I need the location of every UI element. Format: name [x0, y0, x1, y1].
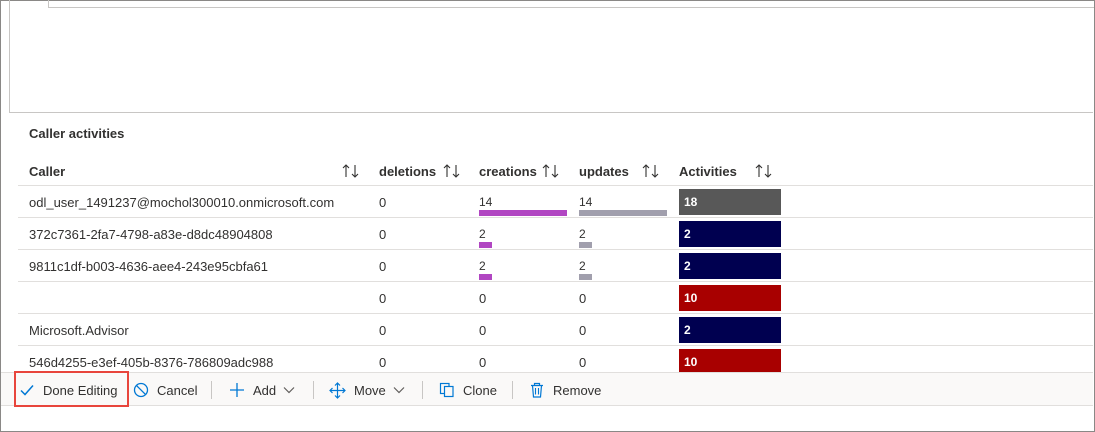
caller-cell: 546d4255-e3ef-405b-8376-786809adc988: [29, 354, 274, 370]
table-row[interactable]: 9811c1df-b003-4636-aee4-243e95cbfa61 0 2…: [18, 250, 1093, 282]
caller-cell: odl_user_1491237@mochol300010.onmicrosof…: [29, 194, 335, 210]
updates-cell: 0: [579, 354, 587, 370]
activities-value: 2: [679, 253, 781, 279]
clone-button[interactable]: Clone: [439, 373, 497, 407]
table-row[interactable]: 0 0 0 10: [18, 282, 1093, 314]
table-row[interactable]: Microsoft.Advisor 0 0 0 2: [18, 314, 1093, 346]
done-editing-highlight: [14, 371, 129, 407]
column-header-caller[interactable]: Caller: [29, 156, 65, 186]
sort-icon[interactable]: [542, 164, 560, 178]
creations-bar: [479, 210, 567, 216]
cancel-label: Cancel: [157, 382, 198, 398]
tile-title: Caller activities: [29, 126, 125, 141]
trash-icon: [531, 382, 543, 398]
chevron-down-icon: [283, 387, 295, 394]
add-button[interactable]: Add: [229, 373, 295, 407]
column-header-activities[interactable]: Activities: [679, 156, 737, 186]
column-header-caller-label: Caller: [29, 163, 66, 179]
column-header-creations[interactable]: creations: [479, 156, 537, 186]
deletions-cell: 0: [379, 322, 387, 338]
creations-value: 2: [479, 227, 486, 241]
clone-icon: [439, 382, 454, 398]
updates-bar: [579, 274, 592, 280]
sort-icon[interactable]: [642, 164, 660, 178]
column-header-deletions[interactable]: deletions: [379, 156, 436, 186]
column-header-updates-label: updates: [579, 163, 629, 179]
deletions-cell: 0: [379, 290, 387, 306]
caller-cell: 9811c1df-b003-4636-aee4-243e95cbfa61: [29, 258, 269, 274]
sort-icon[interactable]: [443, 164, 461, 178]
deletions-cell: 0: [379, 258, 387, 274]
cancel-circle-icon: [133, 382, 149, 398]
creations-bar: [479, 242, 492, 248]
edit-toolbar: Done Editing Cancel Add Move Clone Remov…: [1, 372, 1093, 406]
caller-cell: Microsoft.Advisor: [29, 322, 129, 338]
updates-value: 2: [579, 227, 586, 241]
move-label: Move: [354, 382, 386, 398]
updates-bar: [579, 242, 592, 248]
toolbar-divider: [211, 381, 212, 399]
updates-value: 2: [579, 259, 586, 273]
empty-chart-area: [48, 0, 1094, 8]
creations-value: 14: [479, 195, 493, 209]
column-header-activities-label: Activities: [679, 163, 737, 179]
grid-header-row: Caller deletions creations updates Activ…: [18, 156, 1093, 186]
move-button[interactable]: Move: [329, 373, 405, 407]
updates-bar: [579, 210, 667, 216]
toolbar-divider: [313, 381, 314, 399]
sort-icon[interactable]: [342, 164, 360, 178]
updates-cell: 0: [579, 290, 587, 306]
updates-value: 14: [579, 195, 593, 209]
toolbar-divider: [512, 381, 513, 399]
caller-activities-tile: Caller activities Caller deletions creat…: [18, 114, 1093, 372]
caller-cell: 372c7361-2fa7-4798-a83e-d8dc48904808: [29, 226, 273, 242]
cancel-button[interactable]: Cancel: [133, 373, 197, 407]
remove-button[interactable]: Remove: [529, 373, 601, 407]
table-row[interactable]: odl_user_1491237@mochol300010.onmicrosof…: [18, 186, 1093, 218]
activities-value: 18: [679, 189, 781, 215]
activities-value: 2: [679, 317, 781, 343]
creations-value: 2: [479, 259, 486, 273]
plus-icon: [230, 383, 244, 397]
toolbar-divider: [422, 381, 423, 399]
table-row[interactable]: 546d4255-e3ef-405b-8376-786809adc988 0 0…: [18, 346, 1093, 372]
activities-value: 10: [679, 349, 781, 372]
creations-cell: 0: [479, 354, 487, 370]
creations-bar: [479, 274, 492, 280]
creations-cell: 0: [479, 322, 487, 338]
empty-chart-tile: [9, 0, 1094, 113]
column-header-creations-label: creations: [479, 163, 537, 179]
deletions-cell: 0: [379, 194, 387, 210]
add-label: Add: [253, 382, 277, 398]
deletions-cell: 0: [379, 354, 387, 370]
clone-label: Clone: [463, 382, 497, 398]
activities-value: 2: [679, 221, 781, 247]
column-header-updates[interactable]: updates: [579, 156, 629, 186]
table-row[interactable]: 372c7361-2fa7-4798-a83e-d8dc48904808 0 2…: [18, 218, 1093, 250]
deletions-cell: 0: [379, 226, 387, 242]
remove-label: Remove: [553, 382, 602, 398]
creations-cell: 0: [479, 290, 487, 306]
move-arrows-icon: [329, 381, 346, 399]
chevron-down-icon: [393, 387, 405, 394]
updates-cell: 0: [579, 322, 587, 338]
activities-value: 10: [679, 285, 781, 311]
sort-icon[interactable]: [755, 164, 773, 178]
column-header-deletions-label: deletions: [379, 163, 437, 179]
